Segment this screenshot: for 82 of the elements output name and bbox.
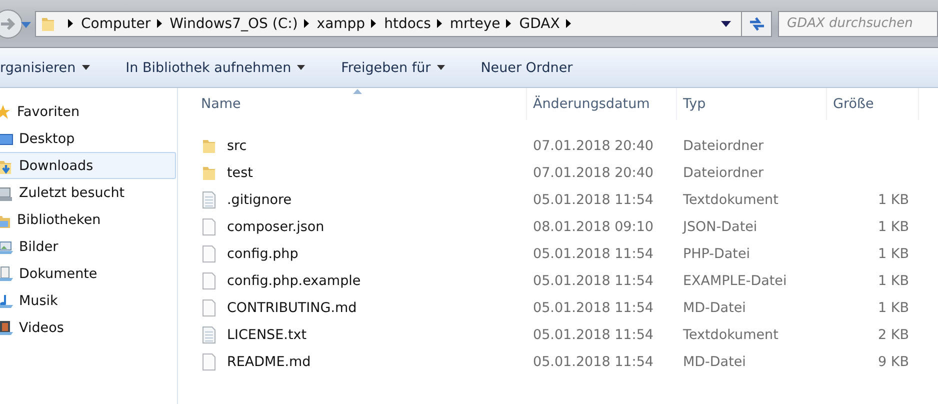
breadcrumb[interactable]: Windows7_OS (C:) — [170, 16, 298, 32]
sidebar-item[interactable]: Musik — [0, 287, 176, 314]
toolbar-button[interactable]: Neuer Ordner — [468, 56, 585, 80]
toolbar-button[interactable]: In Bibliothek aufnehmen — [114, 56, 318, 80]
file-size: 1 KB — [878, 300, 909, 316]
file-size: 2 KB — [878, 326, 909, 342]
file-type: Dateiordner — [683, 138, 764, 154]
file-icon — [201, 352, 217, 370]
chevron-icon — [369, 17, 378, 30]
file-name[interactable]: CONTRIBUTING.md — [227, 300, 357, 316]
file-type: Textdokument — [683, 192, 778, 208]
file-size: 1 KB — [878, 192, 909, 208]
modified-date: 05.01.2018 11:54 — [533, 192, 654, 208]
modified-date: 05.01.2018 11:54 — [533, 354, 654, 370]
file-size: 9 KB — [878, 354, 909, 370]
breadcrumb[interactable]: Computer — [81, 16, 151, 32]
modified-date: 05.01.2018 11:54 — [533, 300, 654, 316]
sidebar-item[interactable]: Zuletzt besucht — [0, 179, 176, 206]
column-header[interactable]: Änderungsdatum — [527, 88, 677, 120]
sidebar-item[interactable]: Bibliotheken — [0, 206, 177, 233]
sidebar-item[interactable]: Bilder — [0, 233, 176, 260]
file-size: 1 KB — [878, 246, 909, 262]
file-icon — [201, 218, 217, 236]
text-file-icon — [201, 190, 217, 208]
breadcrumb[interactable]: xampp — [316, 16, 366, 32]
file-name[interactable]: src — [227, 138, 247, 154]
document-icon — [0, 266, 13, 282]
sidebar-item[interactable]: Favoriten — [0, 98, 177, 125]
film-icon — [0, 320, 13, 336]
refresh-arrows-icon — [748, 16, 766, 32]
breadcrumb[interactable]: GDAX — [519, 16, 560, 32]
breadcrumb[interactable]: mrteye — [450, 16, 500, 32]
file-name[interactable]: LICENSE.txt — [227, 326, 307, 342]
refresh-button[interactable] — [742, 10, 772, 36]
chevron-icon — [504, 17, 514, 30]
text-file-icon — [201, 326, 217, 344]
dropdown-icon[interactable] — [721, 20, 731, 26]
file-type: Dateiordner — [683, 164, 764, 180]
sidebar-item[interactable]: Downloads — [0, 152, 176, 179]
file-size: 1 KB — [878, 272, 909, 288]
file-icon — [201, 244, 217, 262]
sidebar-item[interactable]: Desktop — [0, 125, 176, 152]
sidebar-item[interactable]: Dokumente — [0, 260, 176, 287]
file-type: Textdokument — [683, 326, 778, 342]
file-icon — [201, 298, 217, 316]
file-type: EXAMPLE-Datei — [683, 272, 787, 288]
file-type: MD-Datei — [683, 300, 746, 316]
file-type: MD-Datei — [683, 354, 746, 370]
chevron-icon — [434, 17, 444, 30]
file-name[interactable]: test — [227, 164, 253, 180]
modified-date: 05.01.2018 11:54 — [533, 246, 654, 262]
file-name[interactable]: composer.json — [227, 218, 324, 234]
search-field[interactable]: GDAX durchsuchen — [778, 10, 938, 36]
file-size: 1 KB — [878, 218, 909, 234]
column-header[interactable]: Größe — [827, 88, 919, 120]
picture-icon — [0, 238, 13, 254]
chevron-icon — [302, 17, 311, 30]
chevron-icon — [154, 17, 164, 30]
modified-date: 07.01.2018 20:40 — [533, 138, 654, 154]
column-header[interactable]: Typ — [677, 88, 827, 120]
modified-date: 07.01.2018 20:40 — [533, 164, 654, 180]
toolbar-button[interactable]: Freigeben für — [329, 56, 457, 80]
column-header[interactable]: Name — [201, 88, 527, 120]
file-name[interactable]: .gitignore — [227, 192, 292, 208]
file-name[interactable]: README.md — [227, 354, 311, 370]
chevron-icon — [66, 17, 75, 30]
file-name[interactable]: config.php.example — [227, 272, 361, 288]
address-bar[interactable]: Computer Windows7_OS (C:) xampp htdocs mrteye GDAX — [35, 10, 742, 36]
history-dropdown-icon[interactable] — [20, 20, 32, 28]
modified-date: 05.01.2018 11:54 — [533, 326, 654, 342]
music-note-icon — [0, 292, 13, 308]
file-type: PHP-Datei — [683, 246, 750, 262]
chevron-icon — [564, 17, 573, 30]
sidebar-item[interactable]: Videos — [0, 314, 176, 341]
computer-icon — [0, 184, 13, 200]
file-type: JSON-Datei — [683, 218, 758, 234]
file-icon — [201, 272, 217, 290]
toolbar-button[interactable]: rganisieren — [0, 56, 102, 80]
modified-date: 05.01.2018 11:54 — [533, 272, 654, 288]
breadcrumb[interactable]: htdocs — [384, 16, 431, 32]
file-name[interactable]: config.php — [227, 246, 298, 262]
modified-date: 08.01.2018 09:10 — [533, 218, 654, 234]
